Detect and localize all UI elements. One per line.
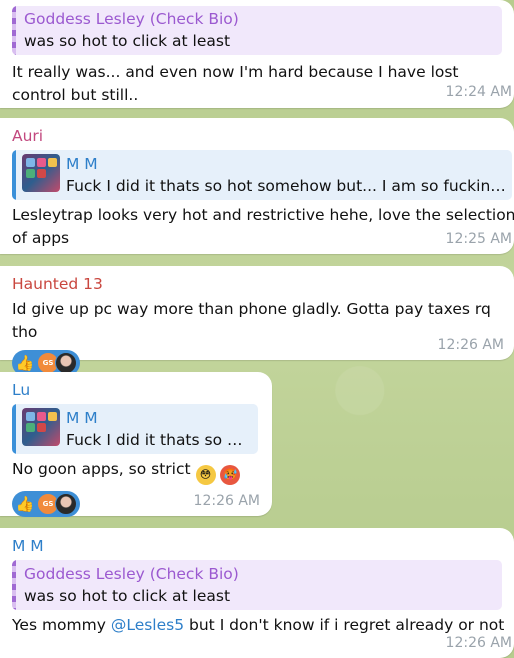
reactor-avatar [55, 352, 77, 374]
reply-thumbnail [22, 154, 60, 192]
reply-sender-name: Goddess Lesley (Check Bio) [24, 10, 239, 28]
reply-body: M M Fuck I did it thats so hot somehow b… [66, 150, 512, 200]
reply-sender-name: Goddess Lesley (Check Bio) [24, 565, 239, 583]
message-time: 12:25 AM [445, 231, 512, 247]
reactor-avatar [55, 493, 77, 515]
message-text: It really was... and even now I'm hard b… [12, 63, 459, 104]
hot-face-icon: 🥵 [220, 465, 241, 485]
message-text: No goon apps, so strict [12, 460, 191, 478]
reply-thumbnail [22, 408, 60, 446]
reply-body: Goddess Lesley (Check Bio) was so hot to… [16, 560, 247, 610]
message-text: Lesleytrap looks very hot and restrictiv… [12, 206, 514, 247]
message-text: Yes mommy @Lesles5 but I don't know if i… [12, 614, 505, 637]
mention-link[interactable]: @Lesles5 [111, 616, 184, 634]
message-text-wrap: No goon apps, so strict 😳 🥵 [12, 458, 260, 485]
reply-sender-name: M M [66, 155, 98, 173]
thumbs-up-icon: 👍 [15, 495, 35, 513]
message-bubble-5[interactable]: M M Goddess Lesley (Check Bio) was so ho… [0, 528, 514, 658]
message-time: 12:26 AM [437, 337, 504, 353]
sender-name[interactable]: Lu [12, 380, 260, 400]
reply-bar [12, 404, 16, 454]
reply-preview[interactable]: M M Fuck I did it thats so hot somehow b… [12, 150, 512, 200]
reply-text: Fuck I did it thats so h... [66, 431, 251, 449]
reply-text: was so hot to click at least [24, 32, 231, 50]
reply-sender-name: M M [66, 409, 98, 427]
reply-bar [12, 150, 16, 200]
message-time: 12:24 AM [445, 84, 512, 100]
message-bubble-4[interactable]: Lu M M Fuck I did it thats so h... No go… [0, 372, 272, 517]
thumbs-up-icon: 👍 [15, 354, 35, 372]
sender-name[interactable]: Auri [12, 126, 502, 146]
message-text: Id give up pc way more than phone gladly… [12, 300, 491, 341]
message-bubble-1[interactable]: Goddess Lesley (Check Bio) was so hot to… [0, 0, 514, 108]
flushed-face-icon: 😳 [195, 465, 216, 485]
message-time: 12:26 AM [193, 493, 260, 509]
reply-body: M M Fuck I did it thats so h... [66, 404, 258, 454]
reply-preview[interactable]: Goddess Lesley (Check Bio) was so hot to… [12, 560, 502, 610]
reply-preview[interactable]: Goddess Lesley (Check Bio) was so hot to… [12, 6, 502, 55]
reply-body: Goddess Lesley (Check Bio) was so hot to… [16, 6, 247, 55]
message-bubble-2[interactable]: Auri M M Fuck I did it thats so hot some… [0, 118, 514, 254]
reply-text: Fuck I did it thats so hot somehow but..… [66, 177, 506, 195]
message-text-start: Yes mommy [12, 616, 111, 634]
reaction-pill[interactable]: 👍 GS [12, 491, 80, 517]
reply-preview[interactable]: M M Fuck I did it thats so h... [12, 404, 258, 454]
message-time: 12:26 AM [445, 635, 512, 651]
sender-name[interactable]: M M [12, 536, 502, 556]
reply-text: was so hot to click at least [24, 587, 231, 605]
message-text-end: but I don't know if i regret already or … [184, 616, 505, 634]
sender-name[interactable]: Haunted 13 [12, 274, 502, 294]
message-bubble-3[interactable]: Haunted 13 Id give up pc way more than p… [0, 266, 514, 376]
